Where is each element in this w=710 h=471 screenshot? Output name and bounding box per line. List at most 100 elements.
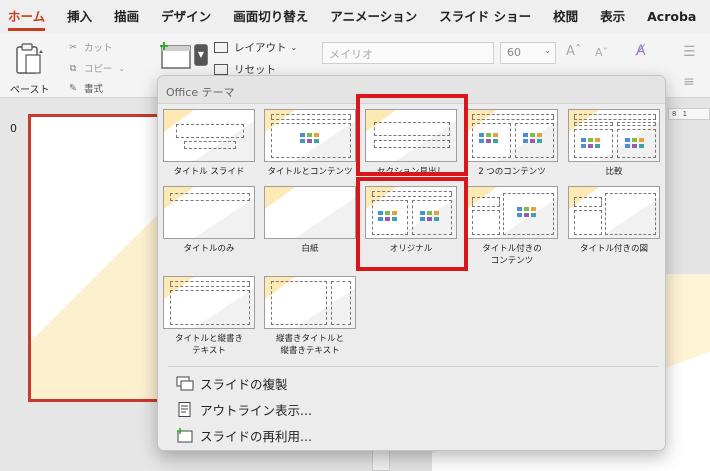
placeholder-box [271,281,327,325]
layout-item-captioned[interactable]: タイトル付きの コンテンツ [466,186,558,267]
layout-item-vertical[interactable]: タイトルと縦書き テキスト [163,276,255,357]
scissors-icon: ✂ [69,41,77,53]
font-size-input[interactable]: 60 ⌄ [500,42,556,64]
reset-icon [214,64,228,75]
content-icons [479,133,501,145]
tab-2[interactable]: 描画 [114,0,139,34]
content-icons [581,138,603,150]
layout-label: タイトルのみ [183,244,235,254]
slide-number: 0 [10,122,17,135]
align-icon[interactable]: ≡ [683,74,695,90]
tab-3[interactable]: デザイン [161,0,211,34]
layout-label: 白紙 [301,244,319,254]
layout-label: 比較 [605,167,623,177]
layout-item-blank[interactable]: 白紙 [264,186,356,255]
tab-1[interactable]: 挿入 [67,0,92,34]
layout-item-vvertical[interactable]: 縦書きタイトルと 縦書きテキスト [264,276,356,357]
new-slide-icon[interactable] [158,40,194,70]
layout-button[interactable]: レイアウト ⌄ [214,40,297,55]
placeholder-box [574,122,613,126]
copy-button[interactable]: ⧉ コピー ⌄ [66,61,126,76]
tab-9[interactable]: Acroba [647,0,696,34]
layout-icon [214,42,228,53]
tab-7[interactable]: 校閲 [553,0,578,34]
placeholder-box [184,141,236,149]
clear-format-icon[interactable]: A̸ [636,43,646,59]
paste-button[interactable]: ペースト [10,81,50,96]
tab-6[interactable]: スライド ショー [439,0,531,34]
layout-item-title[interactable]: タイトル スライド [163,109,255,178]
placeholder-box [271,114,351,120]
outline-view-item[interactable]: アウトライン表示... [176,400,312,419]
layout-thumbnail [163,186,255,239]
font-size-value: 60 [507,46,521,59]
layout-item-two[interactable]: 2 つのコンテンツ [466,109,558,178]
layout-thumbnail [466,186,558,239]
layout-gallery: Office テーマ タイトル スライド タイトルとコンテンツ セクション見出し 2 … [157,75,666,451]
tab-0[interactable]: ホーム [8,0,46,34]
tab-5[interactable]: アニメーション [330,0,417,34]
theme-wedge [194,198,254,238]
bullet-list-icon[interactable]: ☰ [683,44,696,60]
layout-item-titleonly[interactable]: タイトルのみ [163,186,255,255]
placeholder-box [472,210,500,235]
layout-label: 縦書きタイトルと 縦書きテキスト [275,334,344,356]
content-icons [523,133,545,145]
layout-label: タイトルとコンテンツ [267,167,353,177]
placeholder-box [170,290,250,325]
placeholder-box [176,124,244,138]
format-painter-button[interactable]: ✎ 書式 [66,81,104,96]
paste-icon[interactable] [14,42,44,76]
font-name-input[interactable]: メイリオ [322,42,494,64]
cut-button[interactable]: ✂ カット [66,40,113,55]
ruler: 8 1 [668,108,710,120]
copy-label: コピー [84,64,113,75]
reuse-icon [177,428,193,443]
copy-icon: ⧉ [69,62,77,74]
layout-item-picture[interactable]: タイトル付きの図 [568,186,660,255]
content-icons [517,207,539,219]
duplicate-icon [176,376,194,391]
chevron-down-icon: ⌄ [118,63,126,73]
placeholder-box [170,281,250,287]
scroll-handle[interactable] [372,450,390,471]
tab-8[interactable]: 表示 [600,0,625,34]
content-icons [300,133,322,145]
tab-4[interactable]: 画面切り替え [233,0,308,34]
content-icons [625,138,647,150]
grow-font-button[interactable]: Aˆ [566,44,581,59]
layout-thumbnail [264,109,356,162]
duplicate-label: スライドの複製 [200,377,288,392]
chevron-down-icon: ⌄ [290,43,298,52]
layout-item-content[interactable]: タイトルとコンテンツ [264,109,356,178]
layout-label: タイトル付きの図 [579,244,648,254]
layout-label: タイトル付きの コンテンツ [482,244,542,266]
layout-label: タイトルと縦書き テキスト [174,334,243,356]
cut-label: カット [84,43,113,54]
placeholder-box [472,197,500,207]
slide-thumbnail[interactable] [28,114,160,402]
layout-thumbnail [163,276,255,329]
layout-item-compare[interactable]: 比較 [568,109,660,178]
theme-wedge [295,198,355,238]
outline-icon [178,402,191,417]
chevron-down-icon: ⌄ [544,46,551,55]
highlight-section-header [356,94,468,176]
highlight-original [356,177,468,271]
layout-thumbnail [163,109,255,162]
shrink-font-button[interactable]: Aˇ [595,46,608,59]
layout-thumbnail [466,109,558,162]
brush-icon: ✎ [69,82,77,94]
ribbon-tabs: ホーム 挿入 描画 デザイン 画面切り替え アニメーション スライド ショー 校閲 表示 Acro… [0,0,710,34]
reuse-slides-item[interactable]: スライドの再利用... [176,426,312,445]
new-slide-dropdown[interactable]: ▼ [194,44,208,66]
outline-label: アウトライン表示... [200,403,312,418]
placeholder-box [331,281,351,325]
placeholder-box [574,210,602,235]
placeholder-box [472,114,554,120]
layout-thumbnail [568,186,660,239]
layout-label: 2 つのコンテンツ [478,167,546,177]
format-label: 書式 [84,84,104,95]
layout-label: レイアウト [234,42,287,54]
duplicate-slide-item[interactable]: スライドの複製 [176,374,288,393]
